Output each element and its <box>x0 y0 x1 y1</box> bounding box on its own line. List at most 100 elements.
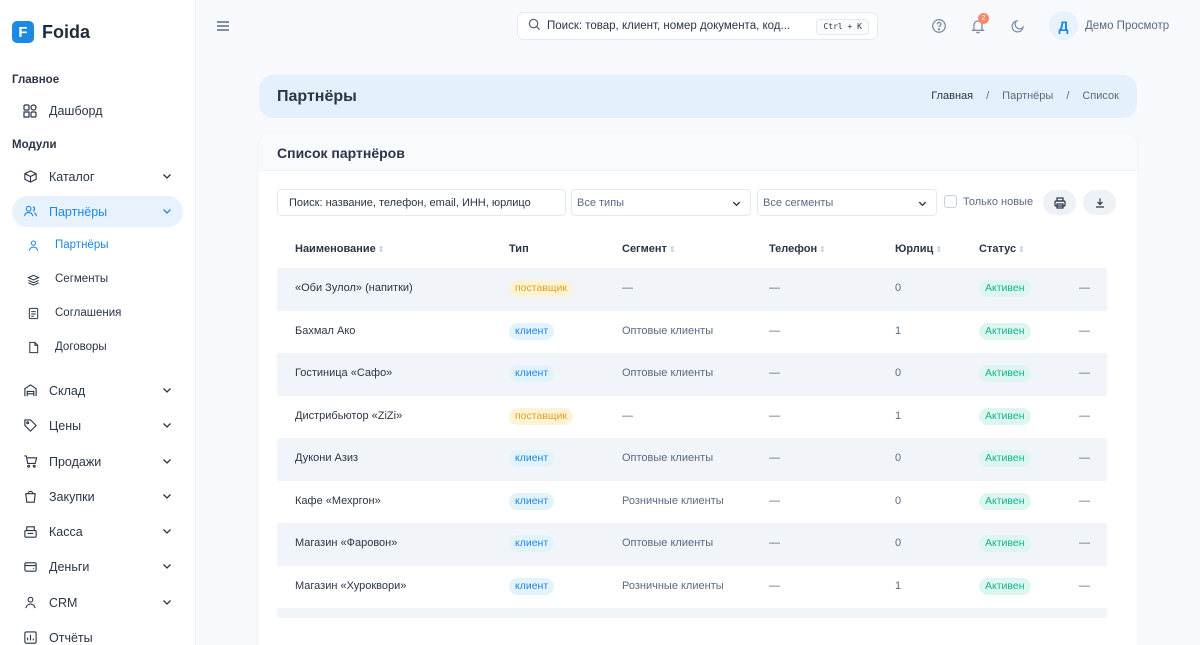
column-header-type: Тип <box>509 243 529 255</box>
cell-extra: — <box>1079 282 1090 294</box>
table-row[interactable]: Дистрибьютор «ZiZi» поставщик — — 1 Активен — <box>277 396 1107 439</box>
partners-card: Список партнёров Все типы Все сегменты Т… <box>259 134 1137 645</box>
chevron-down-icon <box>732 201 741 207</box>
status-badge: Активен <box>979 322 1031 340</box>
cell-phone: — <box>769 537 780 549</box>
sidebar-item-0[interactable]: Каталог <box>12 161 183 192</box>
breadcrumb-separator: / <box>1066 90 1070 102</box>
search-icon <box>528 18 541 34</box>
type-badge: поставщик <box>509 280 573 297</box>
table-row[interactable]: Дукони Азиз клиент Оптовые клиенты — 0 Активе… <box>277 438 1107 481</box>
table-row[interactable]: Магазин «Хуроквори» клиент Розничные клиен… <box>277 566 1107 609</box>
sidebar-item-9[interactable]: Отчёты <box>12 622 183 645</box>
type-select-value: Все типы <box>577 196 625 209</box>
cell-name: Кафе «Мехргон» <box>295 494 381 507</box>
only-new-checkbox[interactable]: Только новые <box>944 195 1033 208</box>
cell-segment: Розничные клиенты <box>622 494 724 507</box>
checkbox-box[interactable] <box>944 195 957 208</box>
user-menu[interactable]: Д Демо Просмотр <box>1049 11 1169 40</box>
cell-phone: — <box>769 452 780 464</box>
partner-search-input[interactable] <box>277 189 566 216</box>
download-button[interactable] <box>1083 190 1116 215</box>
sidebar-item-8[interactable]: CRM <box>12 587 183 618</box>
type-badge: клиент <box>509 535 555 552</box>
sidebar-subitem-label: Сегменты <box>55 273 109 285</box>
status-badge: Активен <box>979 365 1031 382</box>
column-header-status[interactable]: Статус ⇕ <box>979 243 1025 255</box>
global-search-input[interactable] <box>547 20 797 32</box>
column-header-entities[interactable]: Юрлиц ⇕ <box>895 243 942 255</box>
cart-icon <box>22 454 38 470</box>
table-header: Наименование ⇕ Тип Сегмент ⇕ Телефон ⇕ Юрли… <box>277 230 1107 268</box>
sidebar-item-1[interactable]: Партнёры <box>12 196 183 227</box>
sidebar-item-6[interactable]: Касса <box>12 516 183 547</box>
user-name: Демо Просмотр <box>1085 19 1170 32</box>
type-badge: клиент <box>509 322 555 340</box>
cell-extra: — <box>1079 579 1090 592</box>
cell-entities: 0 <box>895 494 902 507</box>
table-row[interactable]: Кафе «Мехргон» клиент Розничные клиенты — 0 А… <box>277 481 1107 524</box>
table-row[interactable]: Гостиница «Сафо» клиент Оптовые клиенты — 0 А… <box>277 353 1107 396</box>
moon-icon[interactable] <box>1010 18 1026 34</box>
chevron-down-icon <box>163 564 171 569</box>
sidebar-item-label: Касса <box>49 524 83 539</box>
print-button[interactable] <box>1043 190 1076 215</box>
sidebar-subitem-0[interactable]: Партнёры <box>26 233 108 257</box>
column-header-name[interactable]: Наименование ⇕ <box>295 243 384 255</box>
sidebar-item-label: Деньги <box>49 559 90 574</box>
cell-phone: — <box>769 367 780 379</box>
section-title-modules: Модули <box>12 139 57 151</box>
chevron-down-icon <box>163 388 171 393</box>
chevron-down-icon <box>163 459 171 464</box>
cell-phone: — <box>769 409 780 422</box>
table-row[interactable]: Магазин «Фаровон» клиент Оптовые клиенты — 0… <box>277 523 1107 566</box>
table-row[interactable]: Бахмал Ако клиент Оптовые клиенты — 1 Активен… <box>277 311 1107 354</box>
help-icon[interactable] <box>931 18 947 34</box>
app-logo[interactable]: F Foida <box>12 21 90 43</box>
column-header-phone[interactable]: Телефон ⇕ <box>769 243 826 255</box>
type-badge: клиент <box>509 492 555 510</box>
print-icon <box>1053 196 1066 209</box>
type-select[interactable]: Все типы <box>571 189 751 216</box>
segment-select[interactable]: Все сегменты <box>757 189 937 216</box>
column-header-segment[interactable]: Сегмент ⇕ <box>622 243 676 255</box>
cell-phone: — <box>769 324 780 337</box>
status-badge: Активен <box>979 407 1031 425</box>
tag-icon <box>22 418 38 434</box>
sidebar-item-7[interactable]: Деньги <box>12 551 183 582</box>
type-badge: поставщик <box>509 407 573 425</box>
table-row[interactable]: «Оби Зулол» (напитки) поставщик — — 0 Активен… <box>277 268 1107 311</box>
status-badge: Активен <box>979 280 1031 297</box>
global-search[interactable]: Ctrl + K <box>517 12 878 40</box>
sidebar-item-label: Отчёты <box>49 630 93 645</box>
notification-badge: 2 <box>978 13 989 24</box>
sidebar-item-label: Продажи <box>49 454 102 469</box>
avatar: Д <box>1049 11 1078 40</box>
breadcrumb-partners[interactable]: Партнёры <box>1002 90 1053 102</box>
cell-extra: — <box>1079 494 1090 507</box>
page-header: Партнёры Главная / Партнёры / Список <box>259 75 1137 118</box>
sidebar-subitem-3[interactable]: Договоры <box>26 335 107 359</box>
status-badge: Активен <box>979 535 1031 552</box>
sidebar-item-5[interactable]: Закупки <box>12 481 183 512</box>
only-new-label: Только новые <box>963 195 1034 208</box>
section-title-main: Главное <box>12 74 60 86</box>
sidebar-item-4[interactable]: Продажи <box>12 446 183 477</box>
status-badge: Активен <box>979 577 1031 595</box>
sidebar-item-2[interactable]: Склад <box>12 375 183 406</box>
partners-table: Наименование ⇕ Тип Сегмент ⇕ Телефон ⇕ Юрли… <box>277 230 1107 618</box>
chevron-down-icon <box>163 209 171 214</box>
sidebar-subitem-1[interactable]: Сегменты <box>26 267 108 291</box>
menu-toggle-icon[interactable] <box>215 18 231 34</box>
breadcrumb-home[interactable]: Главная <box>931 90 973 102</box>
sidebar-subitem-2[interactable]: Соглашения <box>26 301 121 325</box>
sidebar-item-dashboard[interactable]: Дашборд <box>12 95 183 126</box>
sidebar-item-3[interactable]: Цены <box>12 410 183 441</box>
type-badge: клиент <box>509 450 555 467</box>
type-badge: клиент <box>509 365 555 382</box>
table-row-partial <box>277 608 1107 618</box>
chevron-down-icon <box>163 600 171 605</box>
cell-phone: — <box>769 282 780 294</box>
crm-icon <box>22 595 38 611</box>
chevron-down-icon <box>163 174 171 179</box>
